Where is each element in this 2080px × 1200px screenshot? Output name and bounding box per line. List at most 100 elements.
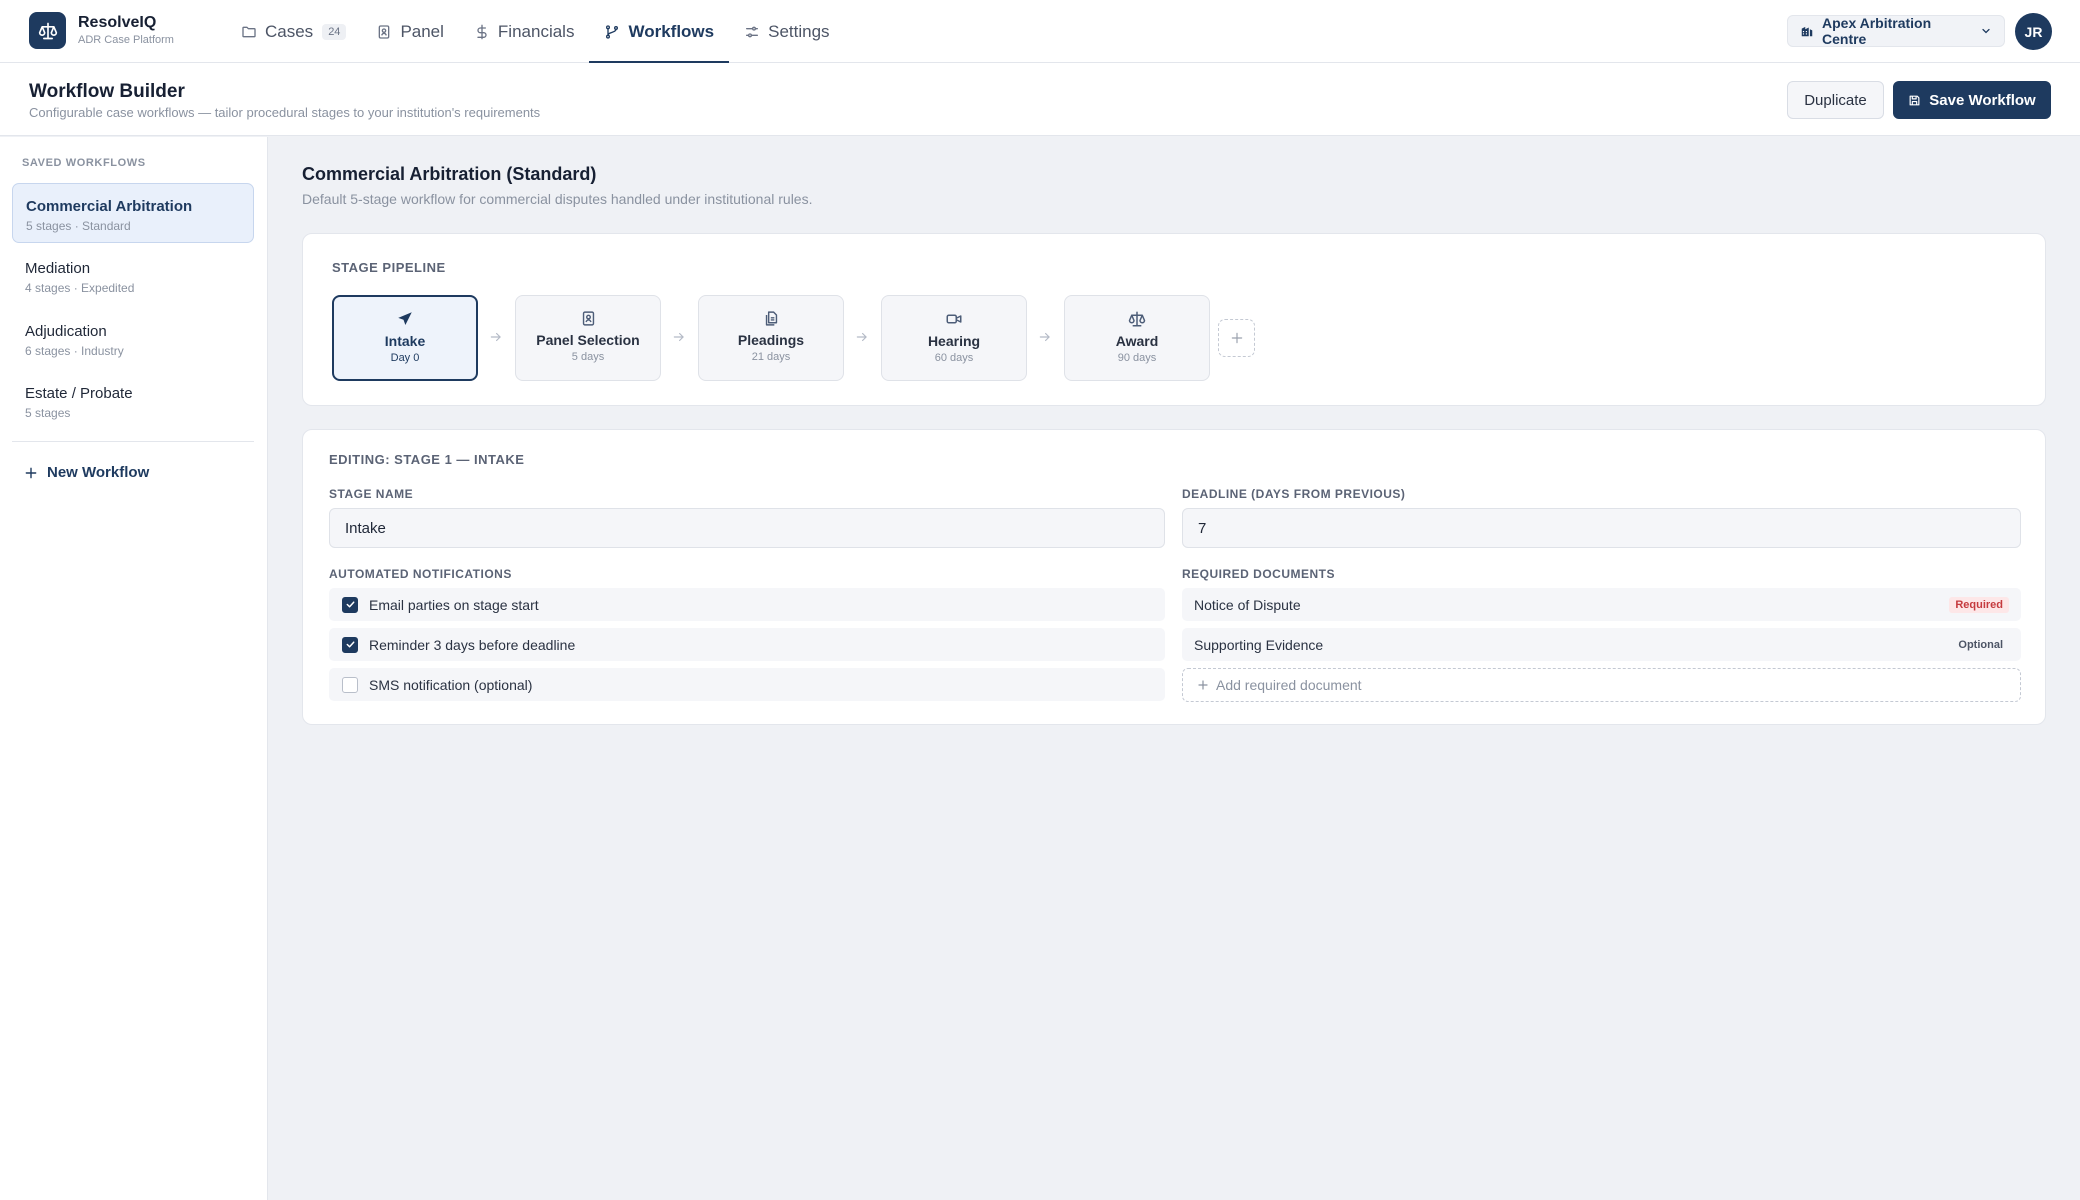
tab-workflows[interactable]: Workflows — [589, 0, 729, 64]
send-icon — [334, 310, 476, 328]
branch-icon — [604, 24, 620, 40]
tab-panel[interactable]: Panel — [361, 0, 458, 63]
workflow-title: Commercial Arbitration (Standard) — [302, 164, 597, 184]
new-workflow-label: New Workflow — [47, 464, 150, 481]
page-subtitle: Configurable case workflows — tailor pro… — [29, 105, 541, 120]
top-nav: ResolveIQ ADR Case Platform Cases 24 Pan… — [0, 0, 2080, 64]
sidebar-item-estate-probate[interactable]: Estate / Probate 5 stages — [12, 371, 254, 431]
deadline-label: DEADLINE (DAYS FROM PREVIOUS) — [1182, 487, 1406, 501]
notification-label: Reminder 3 days before deadline — [369, 636, 576, 653]
stage-name: Award — [1115, 333, 1159, 349]
workflow-meta: 4 stages · Expedited — [25, 281, 135, 295]
brand-subtitle: ADR Case Platform — [78, 34, 174, 46]
stage-hearing[interactable]: Hearing 60 days — [881, 295, 1027, 381]
tab-financials-label: Financials — [497, 21, 575, 41]
saved-workflows-heading: SAVED WORKFLOWS — [22, 157, 146, 169]
notification-label: SMS notification (optional) — [369, 676, 533, 693]
page-header: Workflow Builder Configurable case workf… — [0, 63, 2080, 136]
stage-name-input[interactable] — [329, 508, 1165, 548]
org-switcher[interactable]: Apex Arbitration Centre — [1787, 15, 2005, 47]
tab-cases[interactable]: Cases 24 — [226, 0, 361, 63]
duplicate-button[interactable]: Duplicate — [1787, 81, 1884, 119]
stage-intake[interactable]: Intake Day 0 — [332, 295, 478, 381]
org-name: Apex Arbitration Centre — [1822, 15, 1932, 47]
id-badge-icon — [376, 24, 392, 40]
stage-panel-selection[interactable]: Panel Selection 5 days — [515, 295, 661, 381]
save-icon — [1908, 94, 1921, 107]
cases-count-badge: 24 — [322, 23, 347, 40]
workflow-name: Mediation — [25, 260, 91, 277]
plus-icon — [1230, 331, 1244, 345]
automated-notifications-label: AUTOMATED NOTIFICATIONS — [329, 567, 512, 581]
checkbox-checked[interactable] — [342, 636, 358, 653]
stage-award[interactable]: Award 90 days — [1064, 295, 1210, 381]
scales-logo-icon — [29, 12, 66, 49]
new-workflow-button[interactable]: New Workflow — [24, 464, 149, 481]
stage-name: Intake — [384, 333, 426, 349]
editing-stage-heading: EDITING: STAGE 1 — INTAKE — [329, 452, 525, 467]
checkbox-unchecked[interactable] — [342, 676, 358, 693]
sidebar: SAVED WORKFLOWS Commercial Arbitration 5… — [0, 137, 268, 1200]
page-title: Workflow Builder — [29, 81, 185, 102]
scales-icon — [1065, 310, 1209, 328]
documents-icon — [699, 310, 843, 327]
document-row[interactable]: Notice of Dispute Required — [1182, 588, 2021, 621]
chevron-down-icon — [1980, 25, 1992, 37]
avatar[interactable]: JR — [2015, 13, 2052, 50]
workflow-name: Estate / Probate — [25, 385, 133, 402]
stage-pleadings[interactable]: Pleadings 21 days — [698, 295, 844, 381]
arrow-right-icon — [855, 330, 869, 344]
brand[interactable]: ResolveIQ ADR Case Platform — [29, 12, 174, 49]
document-name: Notice of Dispute — [1194, 596, 1301, 613]
notification-sms[interactable]: SMS notification (optional) — [329, 668, 1165, 701]
add-stage-button[interactable] — [1218, 319, 1255, 357]
workflow-name: Commercial Arbitration — [26, 198, 193, 215]
document-row[interactable]: Supporting Evidence Optional — [1182, 628, 2021, 661]
stage-name: Hearing — [927, 333, 981, 349]
stage-days: 5 days — [571, 351, 605, 363]
folder-icon — [241, 24, 257, 40]
brand-name: ResolveIQ — [78, 14, 157, 31]
add-document-button[interactable]: Add required document — [1182, 668, 2021, 702]
sidebar-item-adjudication[interactable]: Adjudication 6 stages · Industry — [12, 309, 254, 369]
sidebar-item-commercial-arbitration[interactable]: Commercial Arbitration 5 stages · Standa… — [12, 183, 254, 243]
tab-panel-label: Panel — [400, 21, 444, 41]
tab-settings-label: Settings — [768, 21, 830, 41]
arrow-right-icon — [672, 330, 686, 344]
document-name: Supporting Evidence — [1194, 636, 1324, 653]
building-icon — [1800, 24, 1814, 38]
workflow-meta: 6 stages · Industry — [25, 344, 124, 358]
sliders-icon — [744, 24, 760, 40]
dollar-icon — [474, 24, 490, 40]
stage-pipeline-card: STAGE PIPELINE Intake Day 0 Panel Select… — [302, 233, 2046, 406]
notification-reminder[interactable]: Reminder 3 days before deadline — [329, 628, 1165, 661]
sidebar-divider — [12, 441, 254, 442]
stage-pipeline-label: STAGE PIPELINE — [332, 260, 446, 275]
save-workflow-label: Save Workflow — [1929, 91, 2036, 109]
notification-label: Email parties on stage start — [369, 596, 539, 613]
stage-editor-card: EDITING: STAGE 1 — INTAKE STAGE NAME DEA… — [302, 429, 2046, 725]
workflow-meta: 5 stages · Standard — [26, 219, 131, 233]
plus-icon — [1197, 679, 1209, 691]
stage-name: Pleadings — [737, 332, 805, 348]
stage-days: 90 days — [1117, 352, 1157, 364]
arrow-right-icon — [489, 330, 503, 344]
save-workflow-button[interactable]: Save Workflow — [1893, 81, 2051, 119]
deadline-input[interactable] — [1182, 508, 2021, 548]
workflow-description: Default 5-stage workflow for commercial … — [302, 191, 813, 207]
stage-name: Panel Selection — [536, 332, 640, 348]
tab-financials[interactable]: Financials — [459, 0, 590, 63]
optional-badge: Optional — [1958, 638, 2003, 651]
sidebar-item-mediation[interactable]: Mediation 4 stages · Expedited — [12, 246, 254, 306]
tab-settings[interactable]: Settings — [729, 0, 844, 63]
stage-days: 21 days — [751, 351, 791, 363]
checkbox-checked[interactable] — [342, 596, 358, 613]
workflow-name: Adjudication — [25, 323, 107, 340]
nav-tabs: Cases 24 Panel Financials Workflows Sett… — [226, 0, 845, 64]
tab-workflows-label: Workflows — [628, 21, 715, 41]
stage-days: 60 days — [934, 352, 974, 364]
workflow-meta: 5 stages — [25, 406, 71, 420]
required-documents-label: REQUIRED DOCUMENTS — [1182, 567, 1336, 581]
notification-email-start[interactable]: Email parties on stage start — [329, 588, 1165, 621]
video-icon — [882, 310, 1026, 328]
